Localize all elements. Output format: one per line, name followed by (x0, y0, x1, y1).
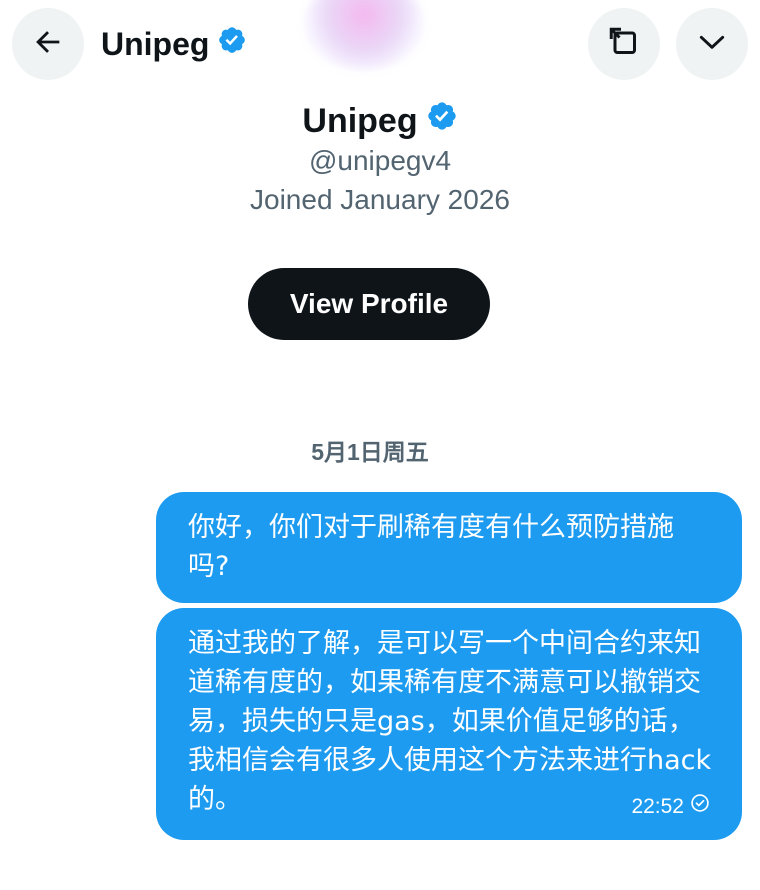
dm-conversation: Unipeg Unipeg @unipegv4 Joined January 2… (0, 0, 760, 890)
profile-name: Unipeg (0, 100, 760, 142)
header-title: Unipeg (101, 24, 247, 64)
verified-badge-icon (426, 100, 458, 142)
expand-icon (606, 24, 642, 65)
view-profile-button[interactable]: View Profile (248, 268, 490, 340)
profile-name-text: Unipeg (302, 102, 418, 140)
sent-check-icon (690, 787, 710, 826)
message-time: 22:52 (631, 795, 684, 818)
avatar (304, 0, 424, 70)
message-text: 你好，你们对于刷稀有度有什么预防措施吗? (188, 512, 674, 582)
profile-handle: @unipegv4 (308, 145, 452, 176)
more-options-button[interactable] (676, 8, 748, 80)
conversation-header: Unipeg (0, 0, 760, 90)
back-button[interactable] (12, 8, 84, 80)
chevron-down-icon (696, 26, 728, 63)
arrow-left-icon (31, 25, 65, 64)
expand-button[interactable] (588, 8, 660, 80)
joined-date: Joined January 2026 (250, 184, 510, 215)
date-separator: 5月1日周五 (311, 439, 429, 465)
header-name-text: Unipeg (101, 26, 210, 62)
message-meta: 22:52 (631, 787, 710, 826)
message-bubble[interactable]: 你好，你们对于刷稀有度有什么预防措施吗? (156, 492, 742, 603)
message-bubble[interactable]: 通过我的了解，是可以写一个中间合约来知道稀有度的，如果稀有度不满意可以撤销交易，… (156, 608, 742, 840)
verified-badge-icon (217, 24, 247, 64)
